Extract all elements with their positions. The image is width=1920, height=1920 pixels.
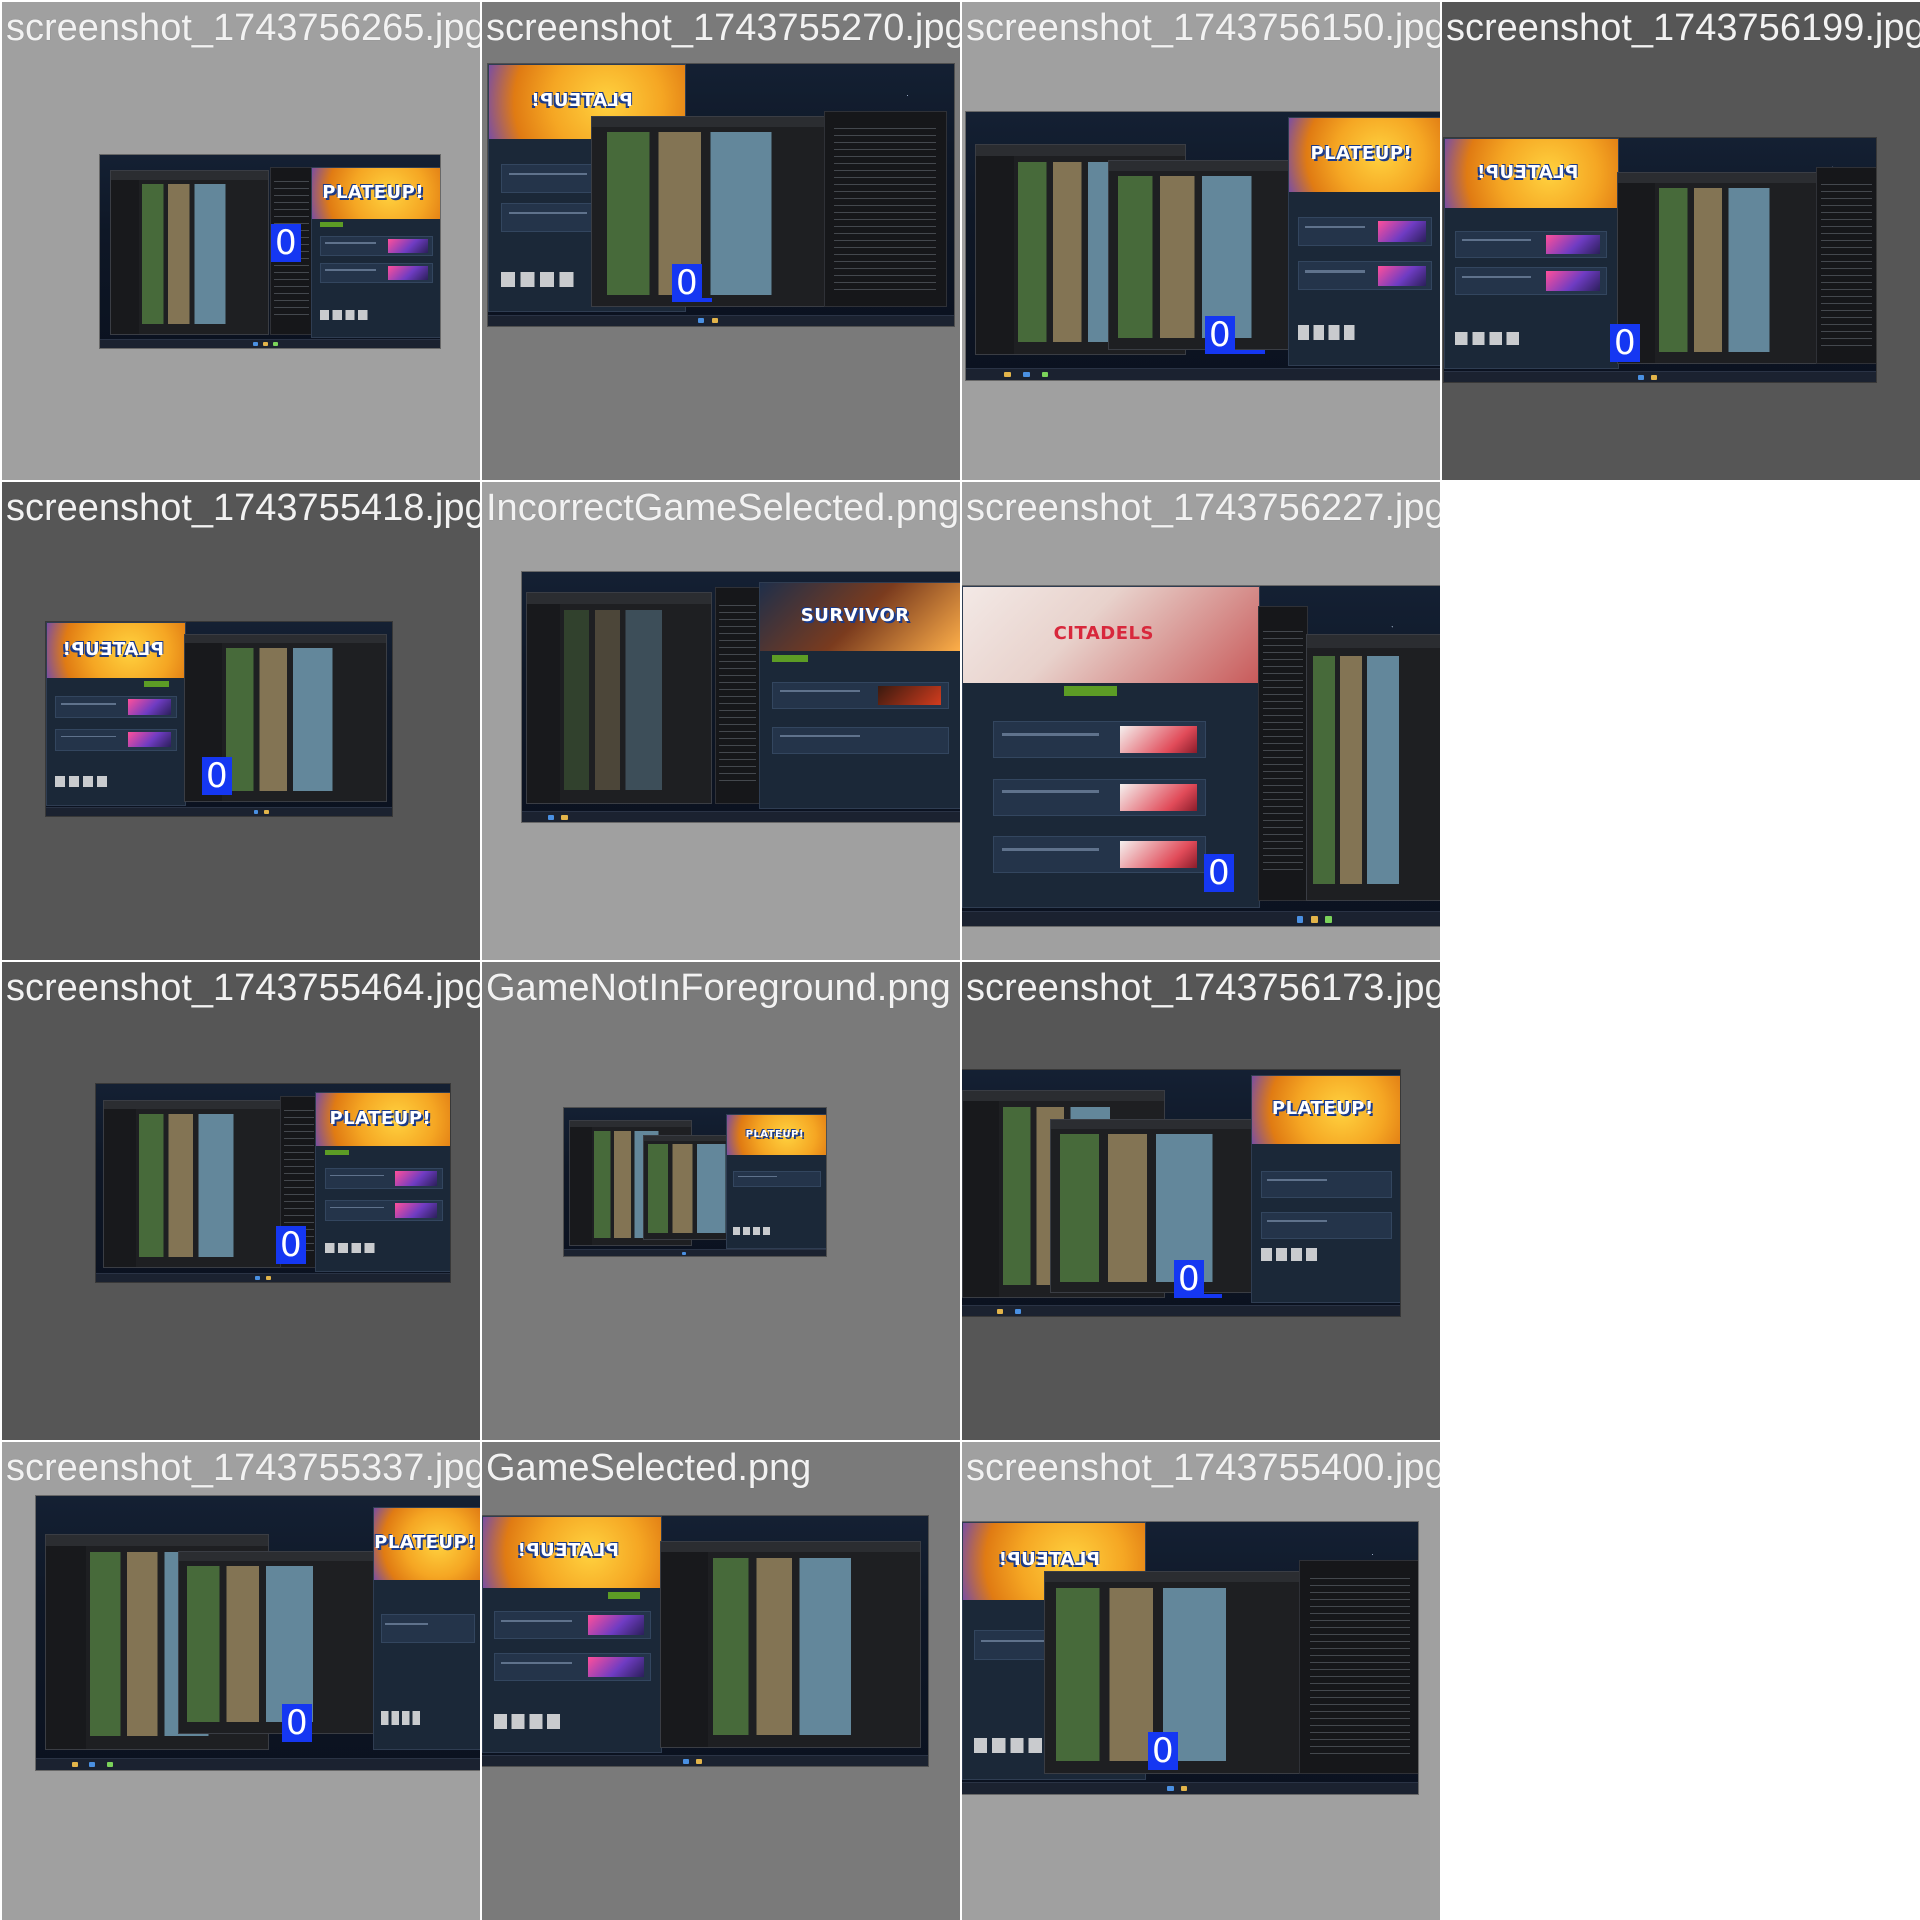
empty-cell [1442,962,1920,1440]
thumbnail-image: PLATEUP! [1444,138,1876,382]
thumbnail-filename: GameNotInForeground.png [486,967,951,1009]
game-logo: PLATEUP! [61,638,164,660]
count-badge: 0 [1204,854,1234,892]
thumbnail-filename: screenshot_1743756173.jpg [966,967,1440,1009]
empty-cell [1442,482,1920,960]
count-badge: 0 [1610,324,1640,362]
count-badge: 0 [672,264,702,302]
thumbnail-image: PLATEUP! [488,64,954,326]
thumbnail-tile[interactable]: screenshot_1743755400.jpg PLATEUP! 0 [962,1442,1440,1920]
thumbnail-tile[interactable]: GameNotInForeground.png PLATEUP! [482,962,960,1440]
count-badge: 0 [1205,316,1235,354]
thumbnail-filename: IncorrectGameSelected.png [486,487,960,529]
game-logo: PLATEUP! [745,1128,804,1140]
game-logo: CITADELS [1053,622,1154,644]
thumbnail-filename: screenshot_1743755418.jpg [6,487,480,529]
thumbnail-tile[interactable]: screenshot_1743756227.jpg CITADELS 0 [962,482,1440,960]
game-logo: PLATEUP! [374,1532,476,1554]
count-badge: 0 [271,224,301,262]
thumbnail-image: PLATEUP! [100,155,440,348]
thumbnail-tile[interactable]: screenshot_1743756265.jpg PLATEUP! 0 [2,2,480,480]
thumbnail-filename: screenshot_1743756227.jpg [966,487,1440,529]
game-logo: PLATEUP! [322,181,425,203]
game-logo: PLATEUP! [1271,1097,1374,1119]
thumbnail-image: PLATEUP! [966,112,1440,380]
count-badge: 0 [282,1704,312,1742]
count-badge: 0 [1148,1732,1178,1770]
thumbnail-grid: screenshot_1743756265.jpg PLATEUP! 0 scr… [0,0,1920,1920]
empty-cell [1442,1442,1920,1920]
thumbnail-tile[interactable]: screenshot_1743755418.jpg PLATEUP! 0 [2,482,480,960]
thumbnail-tile[interactable]: screenshot_1743755464.jpg PLATEUP! 0 [2,962,480,1440]
thumbnail-filename: screenshot_1743756199.jpg [1446,7,1920,49]
thumbnail-image: SURVIVOR [522,572,960,822]
thumbnail-filename: screenshot_1743756265.jpg [6,7,480,49]
count-badge: 0 [1174,1260,1204,1298]
game-logo: PLATEUP! [1476,161,1578,183]
game-logo: PLATEUP! [329,1108,432,1130]
thumbnail-image: PLATEUP! [482,1516,928,1766]
thumbnail-tile[interactable]: screenshot_1743756150.jpg PLATEUP! 0 [962,2,1440,480]
thumbnail-tile[interactable]: screenshot_1743756173.jpg PLATEUP! 0 [962,962,1440,1440]
thumbnail-filename: screenshot_1743755337.jpg [6,1447,480,1489]
thumbnail-filename: screenshot_1743755400.jpg [966,1447,1440,1489]
game-logo: PLATEUP! [516,1540,619,1562]
thumbnail-tile[interactable]: screenshot_1743755270.jpg PLATEUP! 0 [482,2,960,480]
thumbnail-image: PLATEUP! [36,1496,480,1770]
game-logo: PLATEUP! [1310,143,1413,165]
game-logo: SURVIVOR [800,604,910,626]
thumbnail-tile[interactable]: GameSelected.png PLATEUP! [482,1442,960,1920]
thumbnail-image: PLATEUP! [96,1084,450,1282]
thumbnail-image: PLATEUP! [564,1108,826,1256]
thumbnail-image: PLATEUP! [962,1522,1418,1794]
thumbnail-filename: screenshot_1743755270.jpg [486,7,960,49]
thumbnail-tile[interactable]: screenshot_1743756199.jpg PLATEUP! 0 [1442,2,1920,480]
thumbnail-tile[interactable]: IncorrectGameSelected.png SURVIVOR [482,482,960,960]
thumbnail-filename: screenshot_1743755464.jpg [6,967,480,1009]
count-badge: 0 [202,757,232,795]
thumbnail-tile[interactable]: screenshot_1743755337.jpg PLATEUP! 0 [2,1442,480,1920]
count-badge: 0 [276,1226,306,1264]
thumbnail-filename: GameSelected.png [486,1447,812,1489]
thumbnail-filename: screenshot_1743756150.jpg [966,7,1440,49]
game-logo: PLATEUP! [531,89,633,111]
thumbnail-image: CITADELS [962,586,1440,926]
